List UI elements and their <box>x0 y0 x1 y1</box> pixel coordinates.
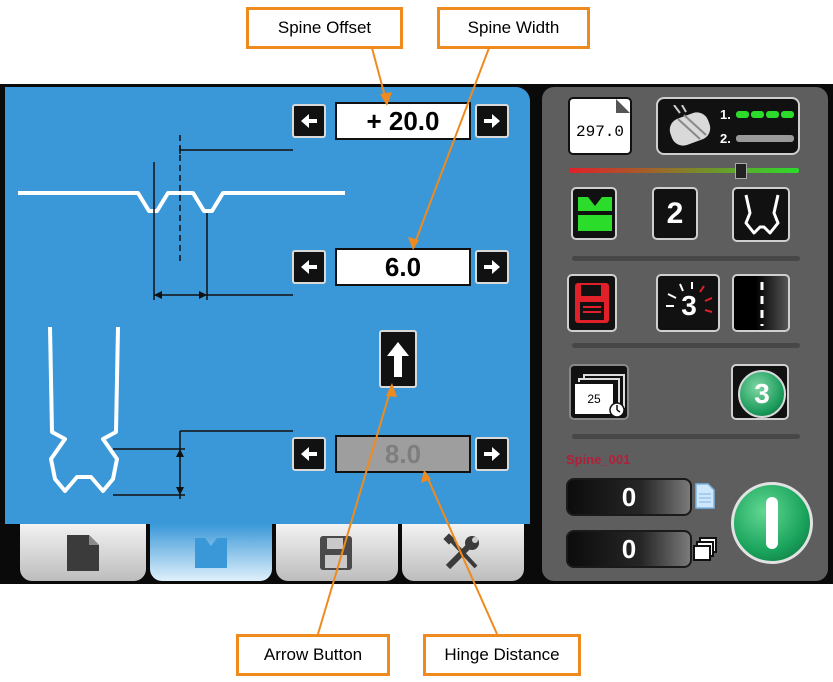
callout-leaders <box>317 47 498 635</box>
callout-spine-width: Spine Width <box>437 7 590 49</box>
callout-spine-offset: Spine Offset <box>246 7 403 49</box>
callout-hinge-distance: Hinge Distance <box>423 634 581 676</box>
callout-arrow-button: Arrow Button <box>236 634 390 676</box>
